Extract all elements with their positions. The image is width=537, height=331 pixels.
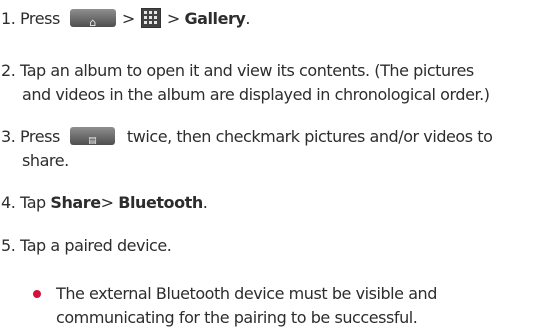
gallery-label: Gallery [184,9,246,28]
separator: > [100,193,114,212]
step-number: 4. [1,193,16,212]
menu-glyph-icon: ▤ [88,136,97,146]
step-text: Press [20,9,60,28]
bullet-dot [33,290,41,298]
step-number: 1. [1,9,16,28]
separator: > [121,9,135,28]
step-3-continued: share. [1,148,69,173]
step-number: 2. [1,61,16,80]
menu-key-icon: ▤ [69,127,115,146]
home-glyph-icon: ⌂ [89,16,97,29]
step-text: Press [20,127,60,146]
step-number: 3. [1,127,16,146]
step-text-line-2: and videos in the album are displayed in… [22,85,490,104]
separator: > [166,9,180,28]
step-number: 5. [1,236,16,255]
step-5: 5. Tap a paired device. [1,233,172,258]
apps-grid-icon [140,8,161,28]
step-text: Tap [20,193,46,212]
note-line-1: The external Bluetooth device must be vi… [56,284,437,303]
bluetooth-label: Bluetooth [118,193,203,212]
period: . [202,193,208,212]
instruction-document: 1. Press ⌂ > > Gallery. 2. Tap an album to… [0,0,537,331]
step-text-line-1: Tap an album to open it and view its con… [20,61,474,80]
step-3: 3. Press ▤ twice, then checkmark pictures … [1,124,493,149]
step-text-line-2: share. [22,151,69,170]
step-text: Tap a paired device. [20,236,172,255]
step-2: 2. Tap an album to open it and view its … [1,58,474,83]
share-label: Share [50,193,101,212]
home-key-icon: ⌂ [69,9,116,29]
step-2-continued: and videos in the album are displayed in… [1,82,490,107]
step-1: 1. Press ⌂ > > Gallery. [1,6,250,31]
step-4: 4. Tap Share> Bluetooth. [1,190,208,215]
period: . [245,9,251,28]
note-line-2: communicating for the pairing to be succ… [56,308,418,327]
step-text: twice, then checkmark pictures and/or vi… [126,127,493,146]
